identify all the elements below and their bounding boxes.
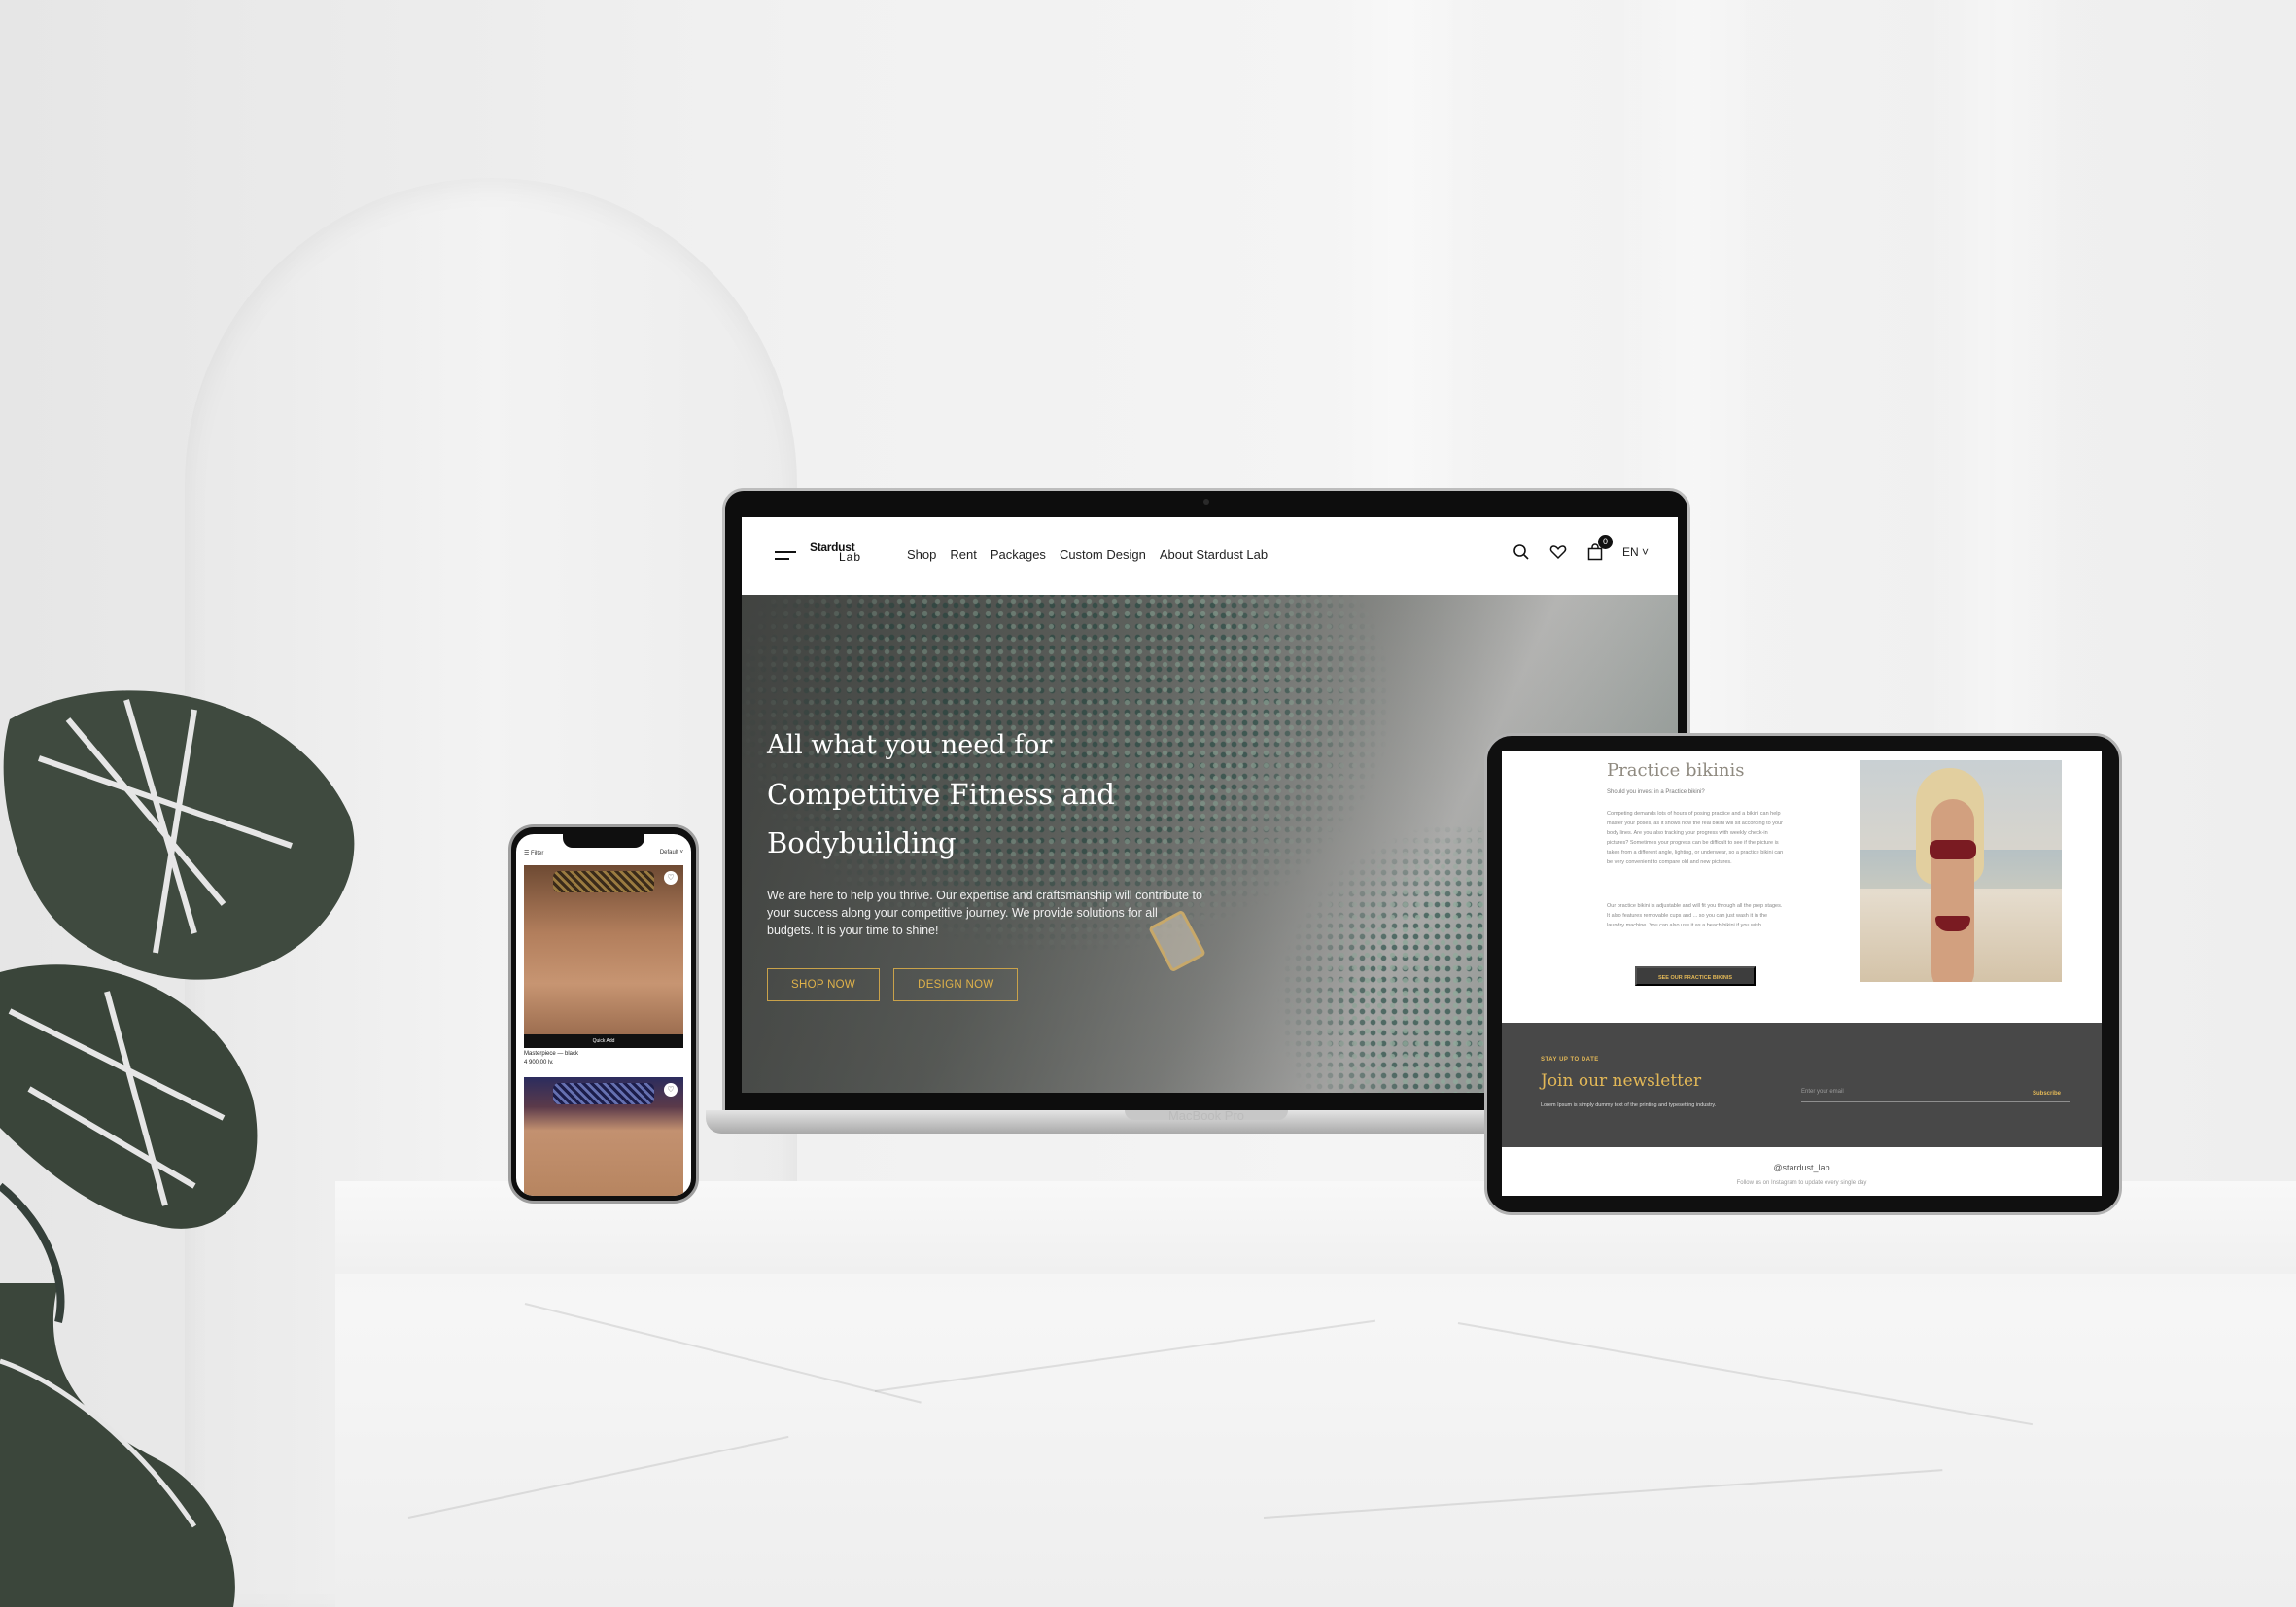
cart-button[interactable]: 0 <box>1585 535 1613 562</box>
phone-notch <box>563 834 644 848</box>
site-logo[interactable]: Stardust Lab <box>810 541 868 572</box>
hero-buttons: SHOP NOW DESIGN NOW <box>767 968 1019 1001</box>
chevron-down-icon: ˅ <box>678 850 683 856</box>
newsletter-subscribe-button[interactable]: Subscribe <box>2033 1091 2061 1097</box>
logo-line2: Lab <box>839 550 862 564</box>
product-title[interactable]: Masterpiece — black <box>524 1051 683 1057</box>
see-practice-bikinis-button[interactable]: SEE OUR PRACTICE BIKINIS <box>1635 966 1756 986</box>
language-selector[interactable]: EN ˅ <box>1622 545 1649 559</box>
practice-bikinis-paragraph: Competing demands lots of hours of posin… <box>1607 811 1784 865</box>
hero-heading: All what you need for Competitive Fitnes… <box>767 721 1214 867</box>
newsletter-section: STAY UP TO DATE Join our newsletter Lore… <box>1502 1023 2102 1147</box>
instagram-handle[interactable]: @stardust_lab <box>1502 1163 2102 1172</box>
newsletter-description: Lorem Ipsum is simply dummy text of the … <box>1541 1102 1717 1108</box>
monstera-plant <box>0 690 355 1607</box>
product-card[interactable]: ♡ Quick Add Masterpiece — black 4 900,00… <box>524 865 683 1066</box>
newsletter-kicker: STAY UP TO DATE <box>1541 1057 1599 1063</box>
nav-rent[interactable]: Rent <box>950 547 976 562</box>
hamburger-menu-icon[interactable] <box>775 551 796 563</box>
photo-model <box>1931 799 1974 982</box>
quick-add-button[interactable]: Quick Add <box>524 1034 683 1048</box>
header-actions: 0 EN ˅ <box>1512 535 1649 562</box>
phone-screen: ☰ Filter Default ˅ ♡ Quick Add Masterpie… <box>516 834 691 1196</box>
nav-custom-design[interactable]: Custom Design <box>1060 547 1146 562</box>
filter-button[interactable]: ☰ Filter <box>524 850 543 856</box>
practice-bikinis-subtitle: Should you invest in a Practice bikini? <box>1607 789 1705 795</box>
site-header: Stardust Lab Shop Rent Packages Custom D… <box>742 517 1678 595</box>
laptop-camera <box>1203 499 1209 505</box>
bikini-top-shape <box>553 871 654 892</box>
laptop-model-label: MacBook Pro <box>1167 1108 1245 1123</box>
nav-shop[interactable]: Shop <box>907 547 936 562</box>
product-price: 4 900,00 lv. <box>524 1060 554 1066</box>
shop-now-button[interactable]: SHOP NOW <box>767 968 881 1001</box>
language-label: EN <box>1621 545 1639 559</box>
sort-label: Default <box>659 850 678 856</box>
cart-count-badge: 0 <box>1597 535 1613 549</box>
design-now-button[interactable]: DESIGN NOW <box>893 968 1019 1001</box>
phone-filter-bar: ☰ Filter Default ˅ <box>524 847 683 858</box>
nav-packages[interactable]: Packages <box>991 547 1046 562</box>
practice-bikini-photo <box>1860 760 2062 982</box>
hero-heading-lead: All what you need for <box>767 730 1053 760</box>
practice-bikinis-title: Practice bikinis <box>1607 760 1745 781</box>
bikini-top-shape <box>553 1083 654 1104</box>
filter-label: Filter <box>531 850 544 856</box>
wishlist-heart-icon[interactable]: ♡ <box>664 1083 678 1097</box>
heart-icon[interactable] <box>1548 542 1568 562</box>
chevron-down-icon: ˅ <box>1641 545 1649 559</box>
hero-text-block: All what you need for Competitive Fitnes… <box>767 721 1214 939</box>
photo-bikini-top <box>1930 840 1976 859</box>
newsletter-email-input[interactable]: Enter your email <box>1801 1089 2070 1102</box>
wishlist-heart-icon[interactable]: ♡ <box>664 871 678 885</box>
photo-bikini-bottom <box>1935 916 1970 931</box>
product-image: ♡ <box>524 865 683 1034</box>
nav-about[interactable]: About Stardust Lab <box>1160 547 1268 562</box>
hero-heading-main: Competitive Fitness and Bodybuilding <box>767 778 1115 859</box>
practice-bikinis-paragraph: Our practice bikini is adjustable and wi… <box>1607 903 1783 928</box>
search-icon[interactable] <box>1512 542 1531 562</box>
product-image: ♡ <box>524 1077 683 1196</box>
instagram-follow-text: Follow us on Instagram to update every s… <box>1736 1180 1867 1186</box>
main-nav: Shop Rent Packages Custom Design About S… <box>907 547 1268 562</box>
product-card[interactable]: ♡ <box>524 1077 683 1196</box>
hero-paragraph: We are here to help you thrive. Our expe… <box>767 889 1202 937</box>
tablet-screen: Practice bikinis Should you invest in a … <box>1502 751 2102 1196</box>
newsletter-title: Join our newsletter <box>1541 1071 1702 1091</box>
sort-select[interactable]: Default ˅ <box>660 850 683 856</box>
filter-icon: ☰ <box>524 850 532 856</box>
